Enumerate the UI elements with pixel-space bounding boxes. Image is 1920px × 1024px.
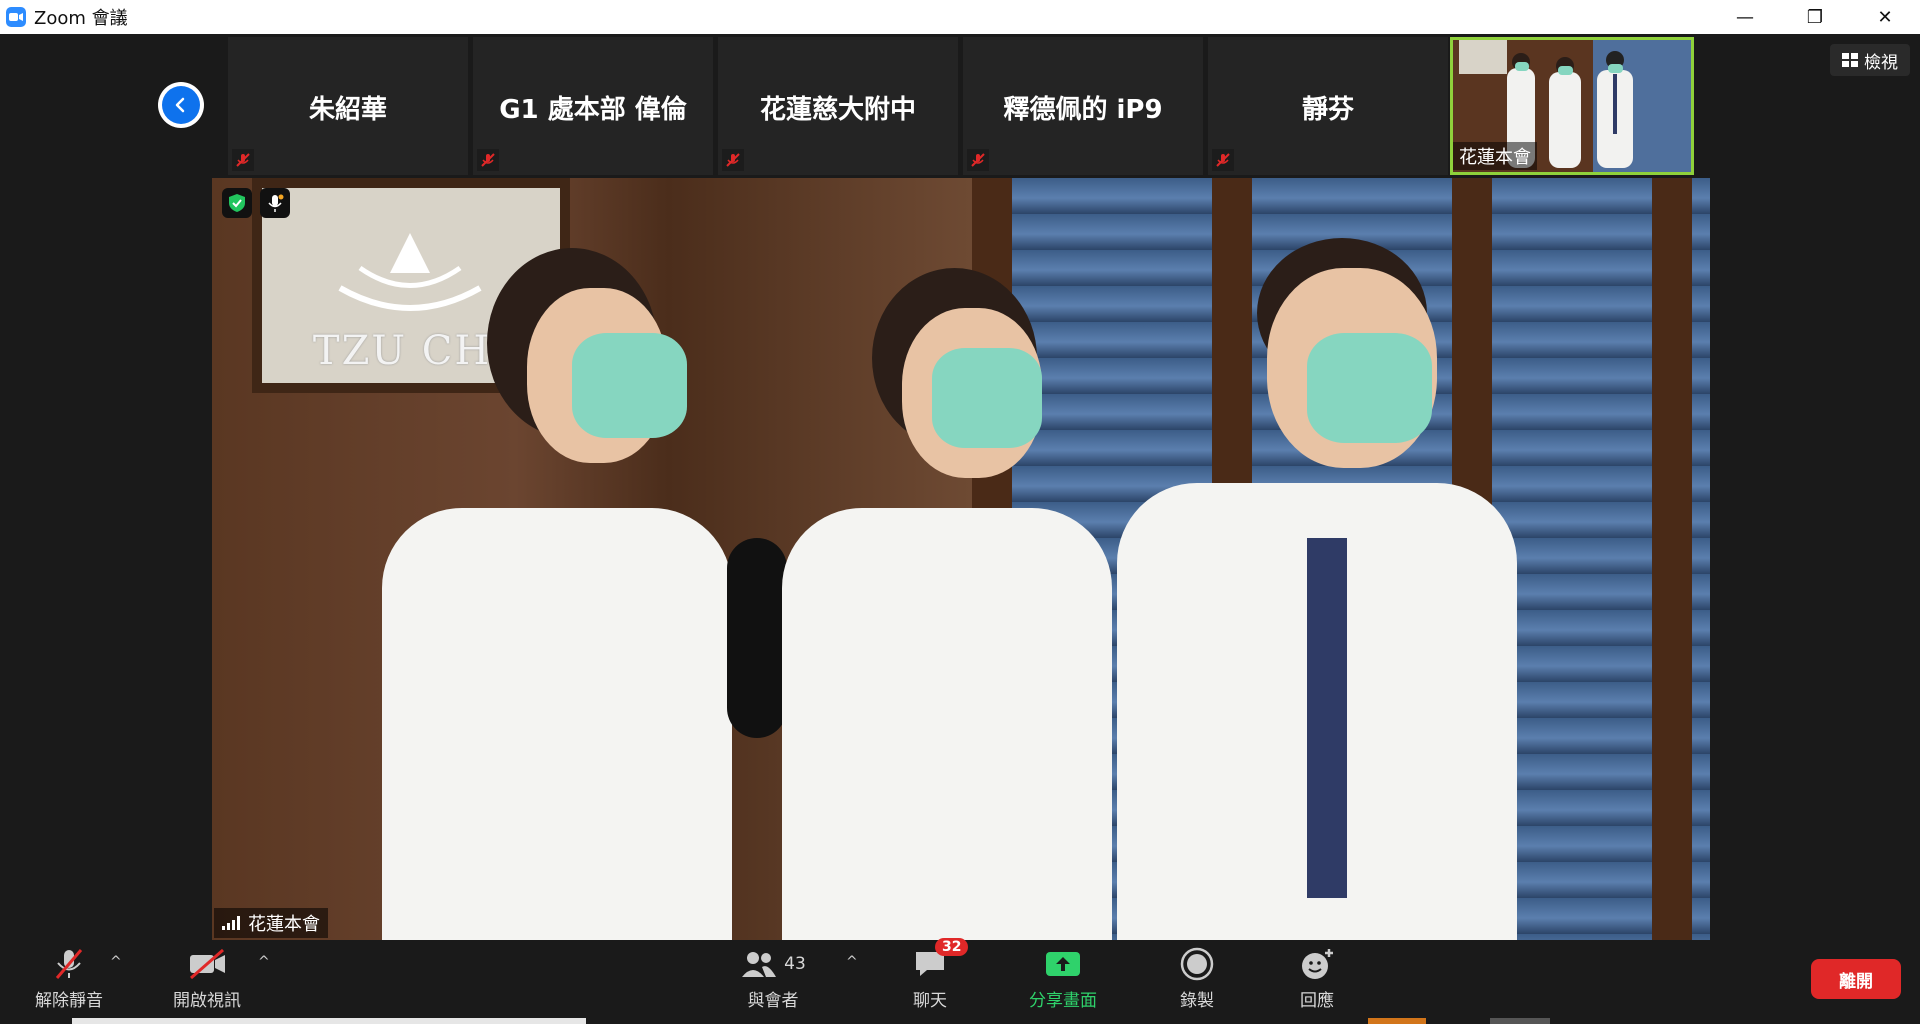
chat-icon: 32	[913, 938, 969, 984]
zoom-app-icon	[6, 7, 26, 27]
start-video-button[interactable]: 開啟視訊	[152, 944, 262, 1014]
taskbar-strip-accent	[1368, 1018, 1426, 1024]
participants-label: 與會者	[747, 991, 799, 1011]
participant-name: G1 處本部 偉倫	[499, 95, 687, 125]
share-screen-icon	[1044, 944, 1082, 984]
main-video[interactable]: TZU CHI 花蓮本會	[212, 178, 1710, 940]
participant-count: 43	[784, 954, 806, 974]
window-title: Zoom 會議	[34, 8, 128, 29]
participant-name: 靜芬	[1301, 95, 1354, 125]
video-off-icon	[187, 944, 227, 984]
chat-unread-badge: 32	[935, 938, 969, 956]
restore-button[interactable]: ❐	[1780, 0, 1850, 34]
close-button[interactable]: ✕	[1850, 0, 1920, 34]
muted-mic-icon	[967, 149, 989, 171]
leave-button[interactable]: 離開	[1811, 959, 1901, 999]
participant-name: 花蓮慈大附中	[759, 95, 916, 125]
grid-icon	[1842, 53, 1858, 67]
chat-label: 聊天	[913, 991, 947, 1011]
microphone	[727, 538, 787, 738]
participant-thumbnail[interactable]: 花蓮慈大附中	[718, 37, 958, 175]
muted-mic-icon	[1212, 149, 1234, 171]
meeting-toolbar: 解除靜音 ^ 開啟視訊 ^ 43 與會者 ^ 32 聊天 分享畫面 錄製 回應 …	[0, 938, 1920, 1018]
thumbnail-name-label: 花蓮本會	[1453, 142, 1537, 170]
reaction-icon	[1299, 944, 1335, 984]
record-icon	[1180, 944, 1214, 984]
record-label: 錄製	[1180, 991, 1214, 1011]
main-video-participant-name: 花蓮本會	[248, 914, 320, 935]
participant-thumbnail[interactable]: 靜芬	[1208, 37, 1448, 175]
title-bar: Zoom 會議 — ❐ ✕	[0, 0, 1920, 34]
speaking-mic-icon	[260, 188, 290, 218]
muted-mic-icon	[232, 149, 254, 171]
chat-button[interactable]: 32 聊天	[875, 938, 985, 1014]
audio-options-caret[interactable]: ^	[110, 954, 122, 970]
reactions-label: 回應	[1300, 991, 1334, 1011]
meeting-area: 朱紹華 G1 處本部 偉倫 花蓮慈大附中 釋德佩的 iP9 靜芬 花蓮本會 檢視…	[0, 34, 1920, 940]
window-frame	[1652, 178, 1692, 940]
view-button[interactable]: 檢視	[1830, 44, 1910, 76]
encryption-shield-icon[interactable]	[222, 188, 252, 218]
video-options-caret[interactable]: ^	[258, 954, 270, 970]
main-video-name-label: 花蓮本會	[214, 908, 328, 938]
record-button[interactable]: 錄製	[1142, 944, 1252, 1014]
muted-mic-icon	[477, 149, 499, 171]
taskbar-strip-gray	[1490, 1018, 1550, 1024]
participant-thumbnail[interactable]: 朱紹華	[228, 37, 468, 175]
participant-name: 釋德佩的 iP9	[1003, 95, 1163, 125]
participant-name: 朱紹華	[308, 95, 387, 125]
strip-back-button[interactable]	[158, 82, 204, 128]
participants-button[interactable]: 43 與會者	[718, 944, 828, 1014]
taskbar-strip	[72, 1018, 586, 1024]
participant-thumbnail[interactable]: 釋德佩的 iP9	[963, 37, 1203, 175]
reactions-button[interactable]: 回應	[1262, 944, 1372, 1014]
tzu-chi-logo-icon	[338, 233, 482, 311]
signal-strength-icon	[222, 916, 240, 930]
muted-mic-icon	[722, 149, 744, 171]
muted-mic-icon	[51, 944, 87, 984]
chevron-left-icon	[175, 97, 185, 113]
view-button-label: 檢視	[1864, 52, 1898, 73]
minimize-button[interactable]: —	[1710, 0, 1780, 34]
unmute-label: 解除靜音	[35, 991, 103, 1011]
participants-options-caret[interactable]: ^	[846, 954, 858, 970]
participants-icon	[742, 952, 777, 977]
active-speaker-thumbnail[interactable]: 花蓮本會	[1450, 37, 1694, 175]
participant-thumbnail[interactable]: G1 處本部 偉倫	[473, 37, 713, 175]
unmute-button[interactable]: 解除靜音	[14, 944, 124, 1014]
share-screen-label: 分享畫面	[1029, 991, 1097, 1011]
start-video-label: 開啟視訊	[173, 991, 241, 1011]
necktie	[1307, 538, 1347, 898]
share-screen-button[interactable]: 分享畫面	[1008, 944, 1118, 1014]
